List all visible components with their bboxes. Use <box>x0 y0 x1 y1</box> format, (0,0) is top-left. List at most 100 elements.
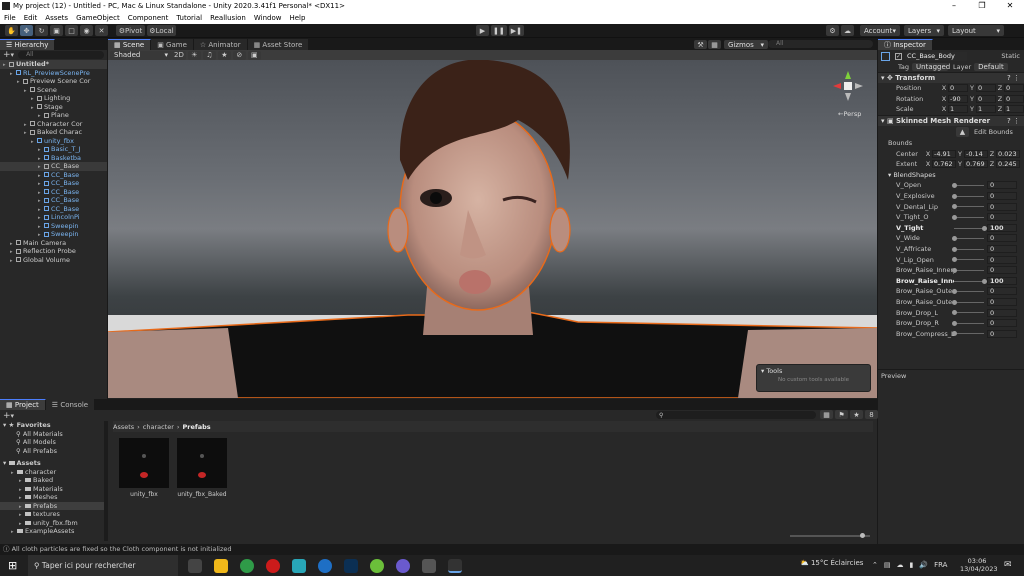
transform-position-x-field[interactable]: 0 <box>948 84 968 93</box>
hierarchy-item[interactable]: ▸ CC_Base <box>0 179 107 188</box>
filter-type-icon[interactable]: ▦ <box>820 410 833 419</box>
assets-header[interactable]: ▾ Assets <box>0 459 104 468</box>
chevron-down-icon[interactable]: ▾ <box>11 51 15 59</box>
breadcrumb-character[interactable]: character <box>143 423 174 431</box>
taskbar-search[interactable]: ⚲ Taper ici pour rechercher <box>28 555 178 576</box>
blendshape-value-field[interactable]: 0 <box>987 192 1017 201</box>
blendshape-slider[interactable] <box>952 331 984 337</box>
favorite-item[interactable]: ⚲ All Models <box>0 438 104 447</box>
gizmos-dropdown[interactable]: Gizmos ▾ <box>724 40 768 49</box>
maximize-icon[interactable]: ❐ <box>968 0 996 12</box>
hierarchy-item[interactable]: ▸ Reflection Probe <box>0 247 107 256</box>
minimize-icon[interactable]: – <box>940 0 968 12</box>
blendshape-value-field[interactable]: 0 <box>987 202 1017 211</box>
layers-dropdown[interactable]: Layers ▾ <box>904 25 944 36</box>
tools-overlay[interactable]: ▾ Tools No custom tools available <box>756 364 871 392</box>
filter-label-icon[interactable]: ⚑ <box>835 410 848 419</box>
blendshape-slider-knob[interactable] <box>952 299 957 305</box>
tab-animator[interactable]: ☆ Animator <box>193 39 248 50</box>
chrome-icon[interactable] <box>240 558 254 573</box>
menu-edit[interactable]: Edit <box>20 12 42 24</box>
blendshape-slider-knob[interactable] <box>952 267 957 273</box>
blendshape-slider-knob[interactable] <box>952 320 957 326</box>
menu-reallusion[interactable]: Reallusion <box>206 12 250 24</box>
favorites-header[interactable]: ▾ ★ Favorites <box>0 421 104 430</box>
tree-scrollbar[interactable] <box>104 421 108 541</box>
bounds-center-x-field[interactable]: -4.91 <box>932 149 956 158</box>
hierarchy-item[interactable]: ▸ CC_Base <box>0 162 107 171</box>
zoom-slider-knob[interactable] <box>860 533 865 538</box>
project-search-input[interactable]: ⚲ <box>656 411 816 419</box>
blendshape-value-field[interactable]: 0 <box>987 255 1017 264</box>
transform-position-z-field[interactable]: 0 <box>1004 84 1024 93</box>
hierarchy-item[interactable]: ▸ Scene <box>0 86 107 95</box>
collapse-icon[interactable]: ▾ <box>761 367 764 375</box>
blendshape-value-field[interactable]: 100 <box>987 223 1017 232</box>
shading-dropdown[interactable]: Shaded ▾ <box>110 50 172 60</box>
menu-help[interactable]: Help <box>285 12 309 24</box>
lighting-toggle-icon[interactable]: ☀ <box>187 50 201 60</box>
asset-folder-item[interactable]: ▸ Meshes <box>0 493 104 502</box>
transform-rotation-z-field[interactable]: 0 <box>1004 94 1024 103</box>
task-view-icon[interactable] <box>188 558 202 573</box>
hierarchy-item[interactable]: ▸ RL_PreviewScenePre <box>0 69 107 78</box>
custom-tool-icon[interactable]: ✕ <box>95 25 108 36</box>
hierarchy-item[interactable]: ▸ Global Volume <box>0 256 107 265</box>
favorite-icon[interactable]: ★ <box>850 410 863 419</box>
unity-editor-icon[interactable] <box>448 558 462 573</box>
static-toggle[interactable]: Static <box>1001 52 1020 60</box>
asset-folder-item[interactable]: ▸ textures <box>0 510 104 519</box>
blendshape-slider[interactable] <box>952 183 984 189</box>
notifications-icon[interactable]: ✉ <box>1004 560 1012 570</box>
battery-icon[interactable]: ▮ <box>910 561 914 569</box>
menu-window[interactable]: Window <box>250 12 286 24</box>
blendshape-slider[interactable] <box>952 193 984 199</box>
favorite-item[interactable]: ⚲ All Materials <box>0 430 104 439</box>
hierarchy-item[interactable]: ▸ CC_Base <box>0 188 107 197</box>
asset-folder-item[interactable]: ▸ unity_fbx.fbm <box>0 519 104 528</box>
bounds-extent-y-field[interactable]: 0.769 <box>964 160 988 169</box>
menu-tutorial[interactable]: Tutorial <box>172 12 206 24</box>
rotate-tool-icon[interactable]: ↻ <box>35 25 48 36</box>
component-menu-icon[interactable]: ? ⋮ <box>1007 117 1020 125</box>
maya-icon[interactable] <box>292 558 306 573</box>
scene-gizmo[interactable] <box>830 68 866 104</box>
zoom-slider[interactable] <box>790 533 870 538</box>
transform-header[interactable]: ▾ ✥ Transform ? ⋮ <box>878 72 1024 83</box>
network-icon[interactable]: ▤ <box>884 561 891 569</box>
local-toggle[interactable]: ⚙ Local <box>147 25 176 36</box>
bounds-extent-x-field[interactable]: 0.762 <box>932 160 956 169</box>
scale-tool-icon[interactable]: ▣ <box>50 25 63 36</box>
menu-component[interactable]: Component <box>124 12 173 24</box>
hierarchy-item[interactable]: ▸ Sweepin <box>0 230 107 239</box>
hierarchy-item[interactable]: ▸ CC_Base <box>0 196 107 205</box>
hand-tool-icon[interactable]: ✋ <box>5 25 18 36</box>
transform-rotation-x-field[interactable]: -90 <box>948 94 968 103</box>
breadcrumb-prefabs[interactable]: Prefabs <box>183 423 211 431</box>
blendshape-slider[interactable] <box>952 289 984 295</box>
blendshape-slider-knob[interactable] <box>952 331 957 337</box>
blendshape-slider[interactable] <box>952 214 984 220</box>
hierarchy-item[interactable]: ▸ Sweepin <box>0 222 107 231</box>
bounds-center-z-field[interactable]: 0.023 <box>996 149 1020 158</box>
menu-file[interactable]: File <box>0 12 20 24</box>
blendshape-slider-knob[interactable] <box>952 214 957 220</box>
tools-icon[interactable]: ⚒ <box>694 40 707 49</box>
blendshape-slider-knob[interactable] <box>952 236 957 242</box>
close-icon[interactable]: ✕ <box>996 0 1024 12</box>
blendshape-value-field[interactable]: 0 <box>987 213 1017 222</box>
transform-position-y-field[interactable]: 0 <box>976 84 996 93</box>
menu-gameobject[interactable]: GameObject <box>72 12 124 24</box>
bounds-center-y-field[interactable]: -0.14 <box>964 149 988 158</box>
hierarchy-item[interactable]: ▸ Baked Charac <box>0 128 107 137</box>
blendshape-slider-knob[interactable] <box>952 310 957 316</box>
edit-bounds-icon[interactable]: ▲ <box>956 126 969 137</box>
blendshape-value-field[interactable]: 0 <box>987 287 1017 296</box>
transform-scale-y-field[interactable]: 1 <box>976 105 996 114</box>
cloud-icon[interactable]: ☁ <box>841 25 854 36</box>
blendshape-value-field[interactable]: 0 <box>987 266 1017 275</box>
layout-dropdown[interactable]: Layout ▾ <box>948 25 1004 36</box>
hierarchy-item[interactable]: ▸ CC_Base <box>0 171 107 180</box>
effects-toggle-icon[interactable]: ★ <box>217 50 231 60</box>
weather-widget[interactable]: ⛅ 15°C Éclaircies <box>800 559 863 567</box>
